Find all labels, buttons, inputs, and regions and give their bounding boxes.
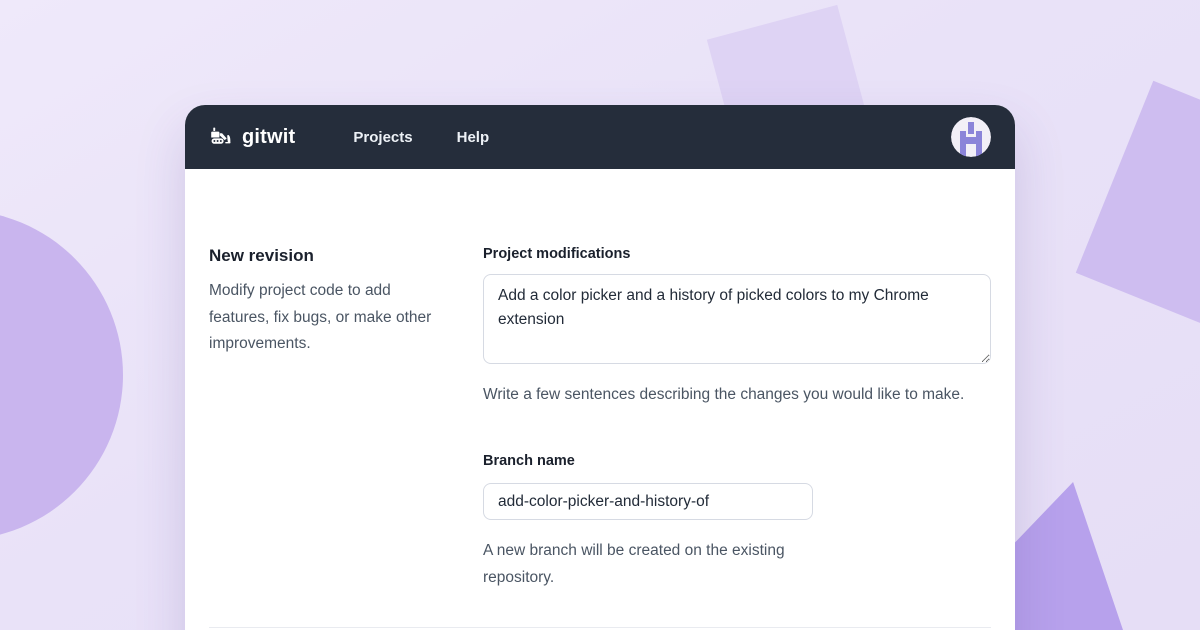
decor-quad-shape <box>1076 81 1200 350</box>
revision-form: Project modifications Add a color picker… <box>483 246 991 591</box>
nav-item-projects[interactable]: Projects <box>353 129 412 146</box>
user-avatar[interactable] <box>951 117 991 157</box>
project-modifications-textarea[interactable]: Add a color picker and a history of pick… <box>483 274 991 364</box>
new-revision-page: New revision Modify project code to add … <box>185 169 1015 591</box>
project-modifications-label: Project modifications <box>483 246 991 262</box>
page-title: New revision <box>209 246 483 266</box>
section-divider <box>209 627 991 628</box>
decor-circle-shape <box>0 210 123 540</box>
project-modifications-help: Write a few sentences describing the cha… <box>483 382 991 408</box>
branch-name-input[interactable] <box>483 483 813 520</box>
identicon-avatar-icon <box>951 117 991 157</box>
nav-item-help[interactable]: Help <box>457 129 490 146</box>
brand-home-link[interactable]: gitwit <box>209 125 295 149</box>
primary-nav: Projects Help <box>353 129 489 146</box>
page-intro: New revision Modify project code to add … <box>209 246 483 591</box>
branch-name-help: A new branch will be created on the exis… <box>483 538 808 591</box>
brand-name: gitwit <box>242 126 295 149</box>
bulldozer-icon <box>209 125 233 149</box>
branch-name-label: Branch name <box>483 453 991 469</box>
app-window: gitwit Projects Help <box>185 105 1015 630</box>
page-description: Modify project code to add features, fix… <box>209 278 449 358</box>
navbar: gitwit Projects Help <box>185 105 1015 169</box>
